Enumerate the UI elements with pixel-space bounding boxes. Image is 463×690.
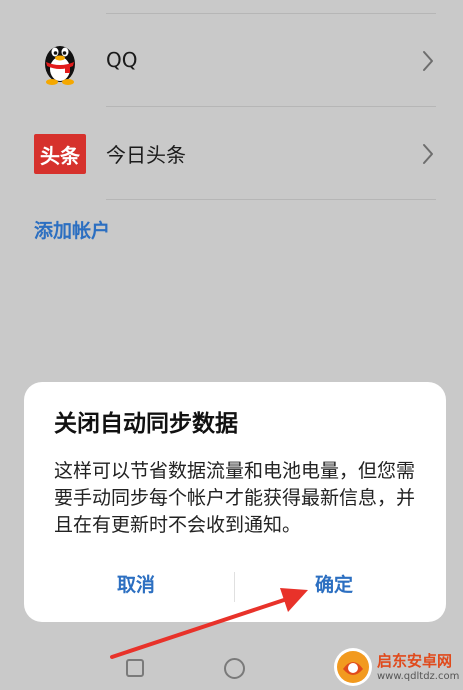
screen: QQ 头条 今日头条 添加帐户 关闭自动同步数据 这样可以节省数据流量和电池电量…: [0, 0, 463, 690]
cancel-button[interactable]: 取消: [36, 570, 236, 597]
watermark-url: www.qdltdz.com: [377, 670, 460, 682]
list-divider: [106, 199, 436, 200]
chevron-right-icon: [423, 144, 433, 164]
qq-penguin-icon: [33, 34, 87, 88]
chevron-right-icon: [423, 51, 433, 71]
watermark-name: 启东安卓网: [377, 651, 453, 670]
disable-sync-dialog: 关闭自动同步数据 这样可以节省数据流量和电池电量，但您需要手动同步每个帐户才能获…: [24, 382, 446, 622]
confirm-button[interactable]: 确定: [234, 570, 434, 597]
dialog-title: 关闭自动同步数据: [54, 411, 238, 437]
add-account-link[interactable]: 添加帐户: [34, 216, 110, 243]
account-label-toutiao: 今日头条: [106, 142, 186, 167]
account-row-qq[interactable]: QQ: [0, 14, 463, 106]
home-circle-icon[interactable]: [224, 658, 245, 679]
account-row-toutiao[interactable]: 头条 今日头条: [0, 107, 463, 199]
watermark: 启东安卓网 www.qdltdz.com: [333, 645, 461, 689]
watermark-logo-icon: [334, 648, 372, 686]
account-label-qq: QQ: [106, 48, 138, 72]
recents-square-icon[interactable]: [126, 659, 144, 677]
dialog-message: 这样可以节省数据流量和电池电量，但您需要手动同步每个帐户才能获得最新信息，并且在…: [54, 460, 416, 536]
toutiao-logo-text: 头条: [40, 143, 80, 168]
toutiao-logo-icon: 头条: [33, 127, 87, 181]
